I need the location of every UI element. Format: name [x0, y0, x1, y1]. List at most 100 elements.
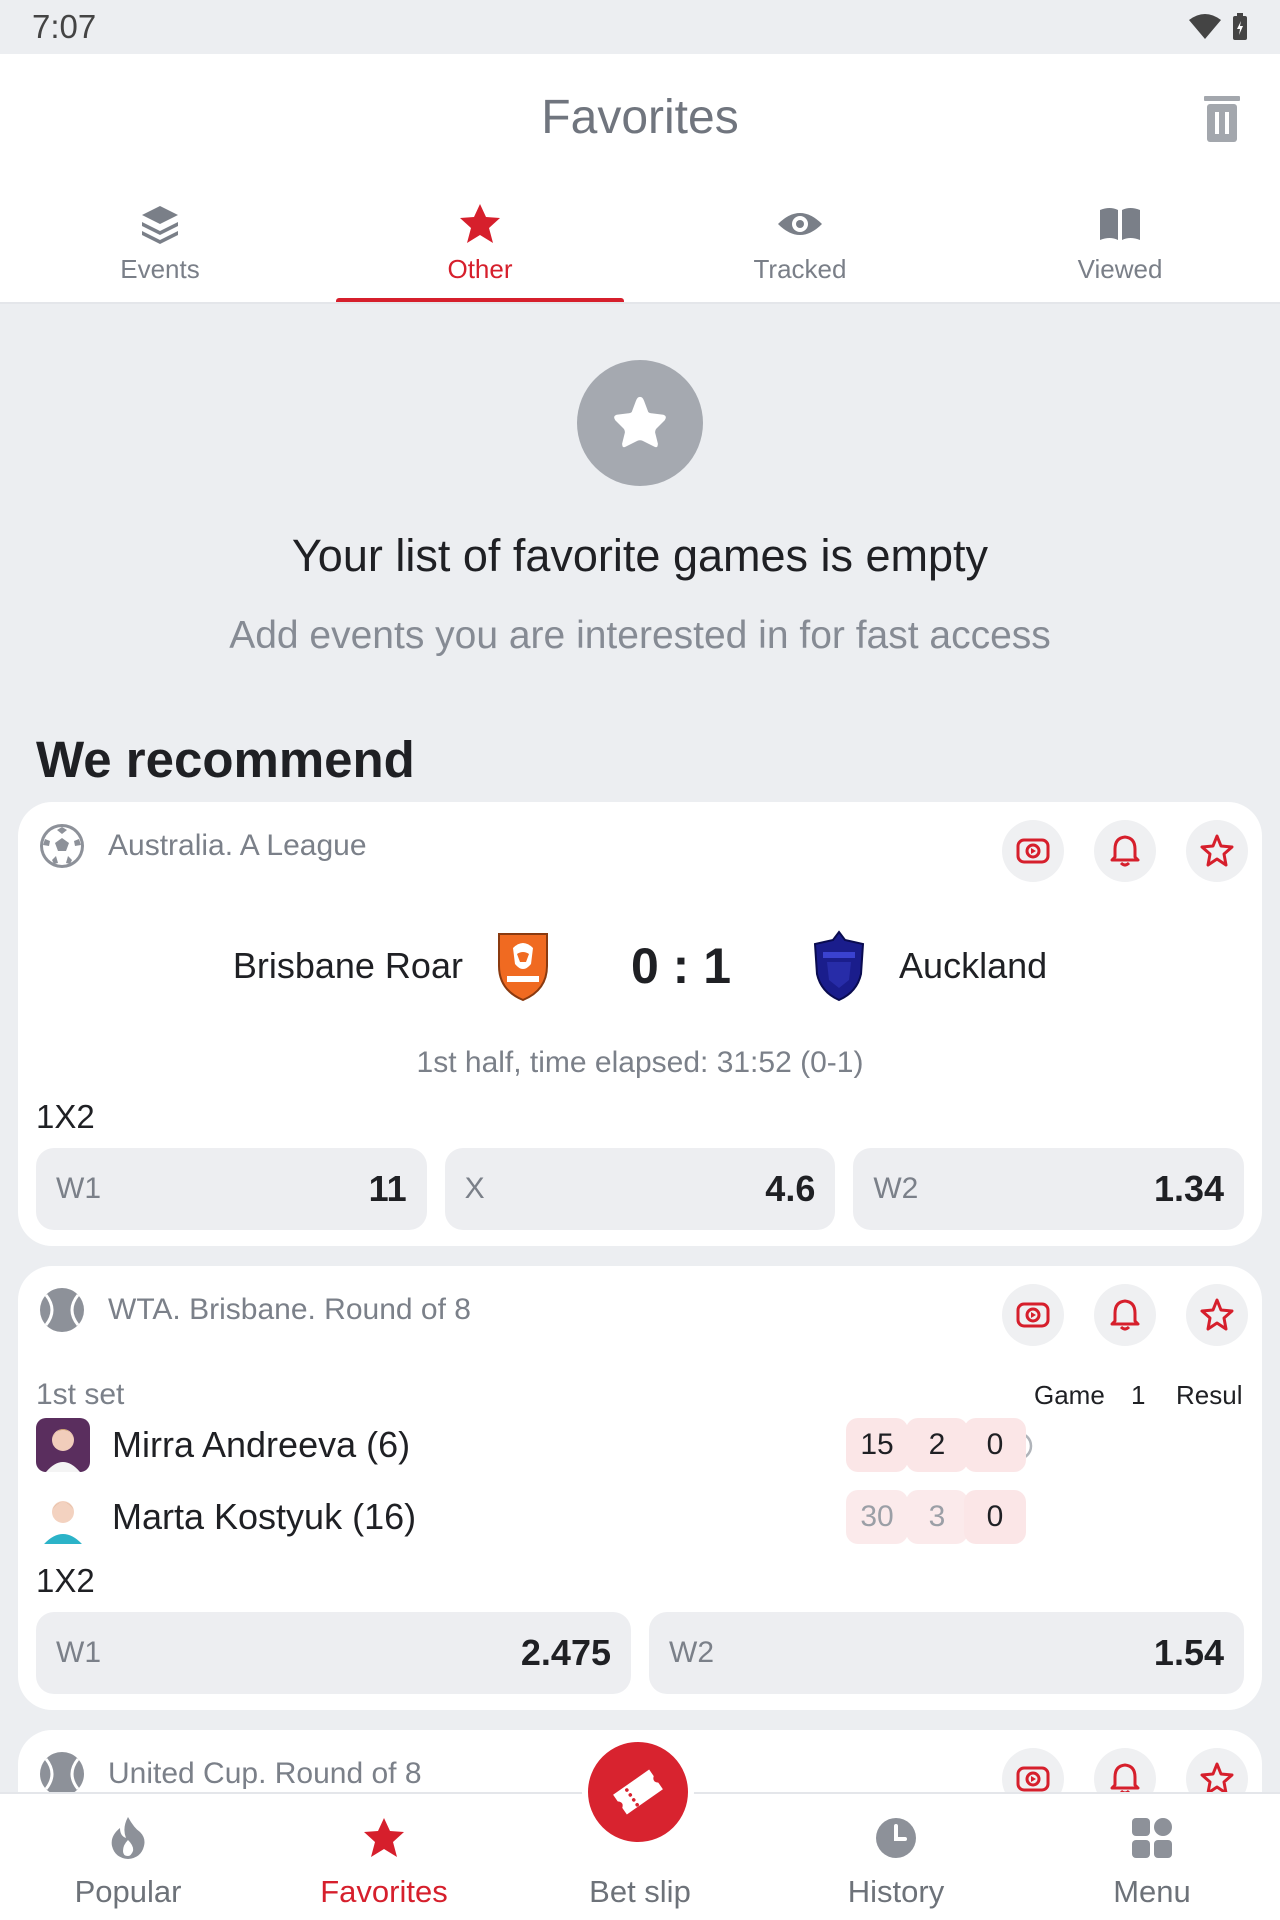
nav-label: History [847, 1874, 945, 1909]
nav-favorites[interactable]: Favorites [256, 1794, 512, 1920]
ticket-icon [613, 1769, 663, 1815]
odd-button-w1[interactable]: W1 11 [36, 1148, 427, 1230]
status-bar: 7:07 [0, 0, 1280, 54]
bell-icon [1110, 835, 1140, 867]
player-avatar [36, 1490, 90, 1544]
odd-value: 11 [368, 1168, 407, 1209]
tab-other[interactable]: Other [320, 190, 640, 304]
video-icon [1016, 1302, 1050, 1328]
wifi-icon [1189, 14, 1221, 39]
tab-label: Other [447, 254, 513, 284]
player-row: Mirra Andreeva (6) [36, 1418, 410, 1472]
odds-row: W1 2.475 W2 1.54 [36, 1612, 1244, 1694]
trash-icon[interactable] [1202, 94, 1242, 144]
player-avatar [36, 1418, 90, 1472]
favorite-button[interactable] [1186, 820, 1248, 882]
notify-button[interactable] [1094, 820, 1156, 882]
notify-button[interactable] [1094, 1284, 1156, 1346]
score-cell-set: 3 [906, 1490, 968, 1544]
match-row: Brisbane Roar 0 : 1 Auckland [18, 922, 1262, 1010]
brisbane-roar-logo [497, 933, 548, 1002]
empty-state-title: Your list of favorite games is empty [291, 530, 989, 581]
favorite-button[interactable] [1186, 1284, 1248, 1346]
card-actions [1002, 820, 1248, 882]
layers-icon [142, 206, 178, 244]
clock-icon [876, 1818, 916, 1858]
tab-tracked[interactable]: Tracked [640, 190, 960, 304]
odds-row: W1 11 X 4.6 W2 1.34 [36, 1148, 1245, 1230]
odd-label: W1 [56, 1172, 101, 1205]
score-cell-game: 15 [846, 1418, 908, 1472]
battery-icon [1233, 13, 1247, 40]
eye-icon [778, 213, 822, 235]
tab-viewed[interactable]: Viewed [960, 190, 1280, 304]
score-cell-result: 0 [964, 1418, 1026, 1472]
star-outline-icon [1200, 834, 1234, 867]
star-icon [614, 396, 666, 448]
score-header-game: Game [1034, 1380, 1105, 1410]
video-icon [1016, 838, 1050, 864]
odd-value: 1.54 [1153, 1632, 1224, 1673]
bell-icon [1110, 1299, 1140, 1331]
nav-label: Menu [1113, 1874, 1191, 1909]
auckland-logo [813, 930, 865, 1002]
league-header: United Cup. Round of 8 [38, 1750, 422, 1798]
market-label: 1X2 [36, 1098, 95, 1135]
team1-name: Brisbane Roar [232, 945, 463, 986]
odd-button-w1[interactable]: W1 2.475 [36, 1612, 631, 1694]
event-card[interactable]: WTA. Brisbane. Round of 8 1st set Game 1… [18, 1266, 1262, 1710]
odd-button-x[interactable]: X 4.6 [444, 1148, 836, 1230]
video-button[interactable] [1002, 1284, 1064, 1346]
flame-icon [111, 1817, 145, 1859]
tennis-ball-icon [40, 1752, 84, 1796]
star-icon [460, 204, 500, 243]
status-time: 7:07 [32, 8, 97, 45]
nav-popular[interactable]: Popular [0, 1794, 256, 1920]
nav-label: Popular [74, 1874, 182, 1909]
market-label: 1X2 [36, 1562, 95, 1599]
nav-label: Bet slip [589, 1874, 691, 1909]
tab-events[interactable]: Events [0, 190, 320, 304]
set-label: 1st set [36, 1378, 125, 1411]
odd-value: 4.6 [765, 1168, 816, 1209]
tab-label: Tracked [753, 254, 847, 284]
tab-bar: Events Other Tracked Viewed [0, 190, 1280, 304]
tennis-ball-icon [40, 1288, 84, 1332]
odd-value: 2.475 [520, 1632, 611, 1673]
star-outline-icon [1200, 1298, 1234, 1331]
odd-label: W1 [56, 1636, 101, 1669]
section-heading: We recommend [36, 731, 415, 788]
card-actions [1002, 1284, 1248, 1346]
empty-state-subtitle: Add events you are interested in for fas… [229, 614, 1051, 657]
odd-label: W2 [873, 1172, 919, 1205]
league-name: United Cup. Round of 8 [108, 1757, 422, 1790]
nav-menu[interactable]: Menu [1024, 1794, 1280, 1920]
league-name: WTA. Brisbane. Round of 8 [108, 1293, 471, 1326]
video-button[interactable] [1002, 820, 1064, 882]
league-header: Australia. A League [38, 822, 367, 870]
event-card[interactable]: Australia. A League Brisbane Roar 0 : 1 … [18, 802, 1262, 1246]
app-header: Favorites Events Other Tracked Viewed [0, 54, 1280, 304]
score-cell-result: 0 [964, 1490, 1026, 1544]
tab-label: Events [120, 254, 200, 284]
match-period: 1st half, time elapsed: 31:52 (0-1) [416, 1046, 864, 1079]
score-header-result: Result [1176, 1380, 1242, 1410]
page-title: Favorites [541, 91, 739, 144]
odd-button-w2[interactable]: W2 1.34 [853, 1148, 1245, 1230]
odd-label: X [464, 1172, 485, 1205]
bet-slip-button[interactable] [582, 1736, 694, 1848]
league-name: Australia. A League [108, 829, 367, 862]
nav-history[interactable]: History [768, 1794, 1024, 1920]
player-row: Marta Kostyuk (16) [36, 1490, 416, 1544]
book-icon [1100, 208, 1140, 240]
grid-icon [1132, 1818, 1172, 1858]
team2-name: Auckland [899, 945, 1048, 986]
empty-star-badge [577, 360, 703, 486]
score-cell-set: 2 [906, 1418, 968, 1472]
star-icon [364, 1818, 404, 1857]
match-score: 0 : 1 [630, 938, 732, 994]
score-cell-game: 30 [846, 1490, 908, 1544]
odd-value: 1.34 [1153, 1168, 1225, 1209]
tab-label: Viewed [1077, 254, 1163, 284]
odd-button-w2[interactable]: W2 1.54 [649, 1612, 1244, 1694]
